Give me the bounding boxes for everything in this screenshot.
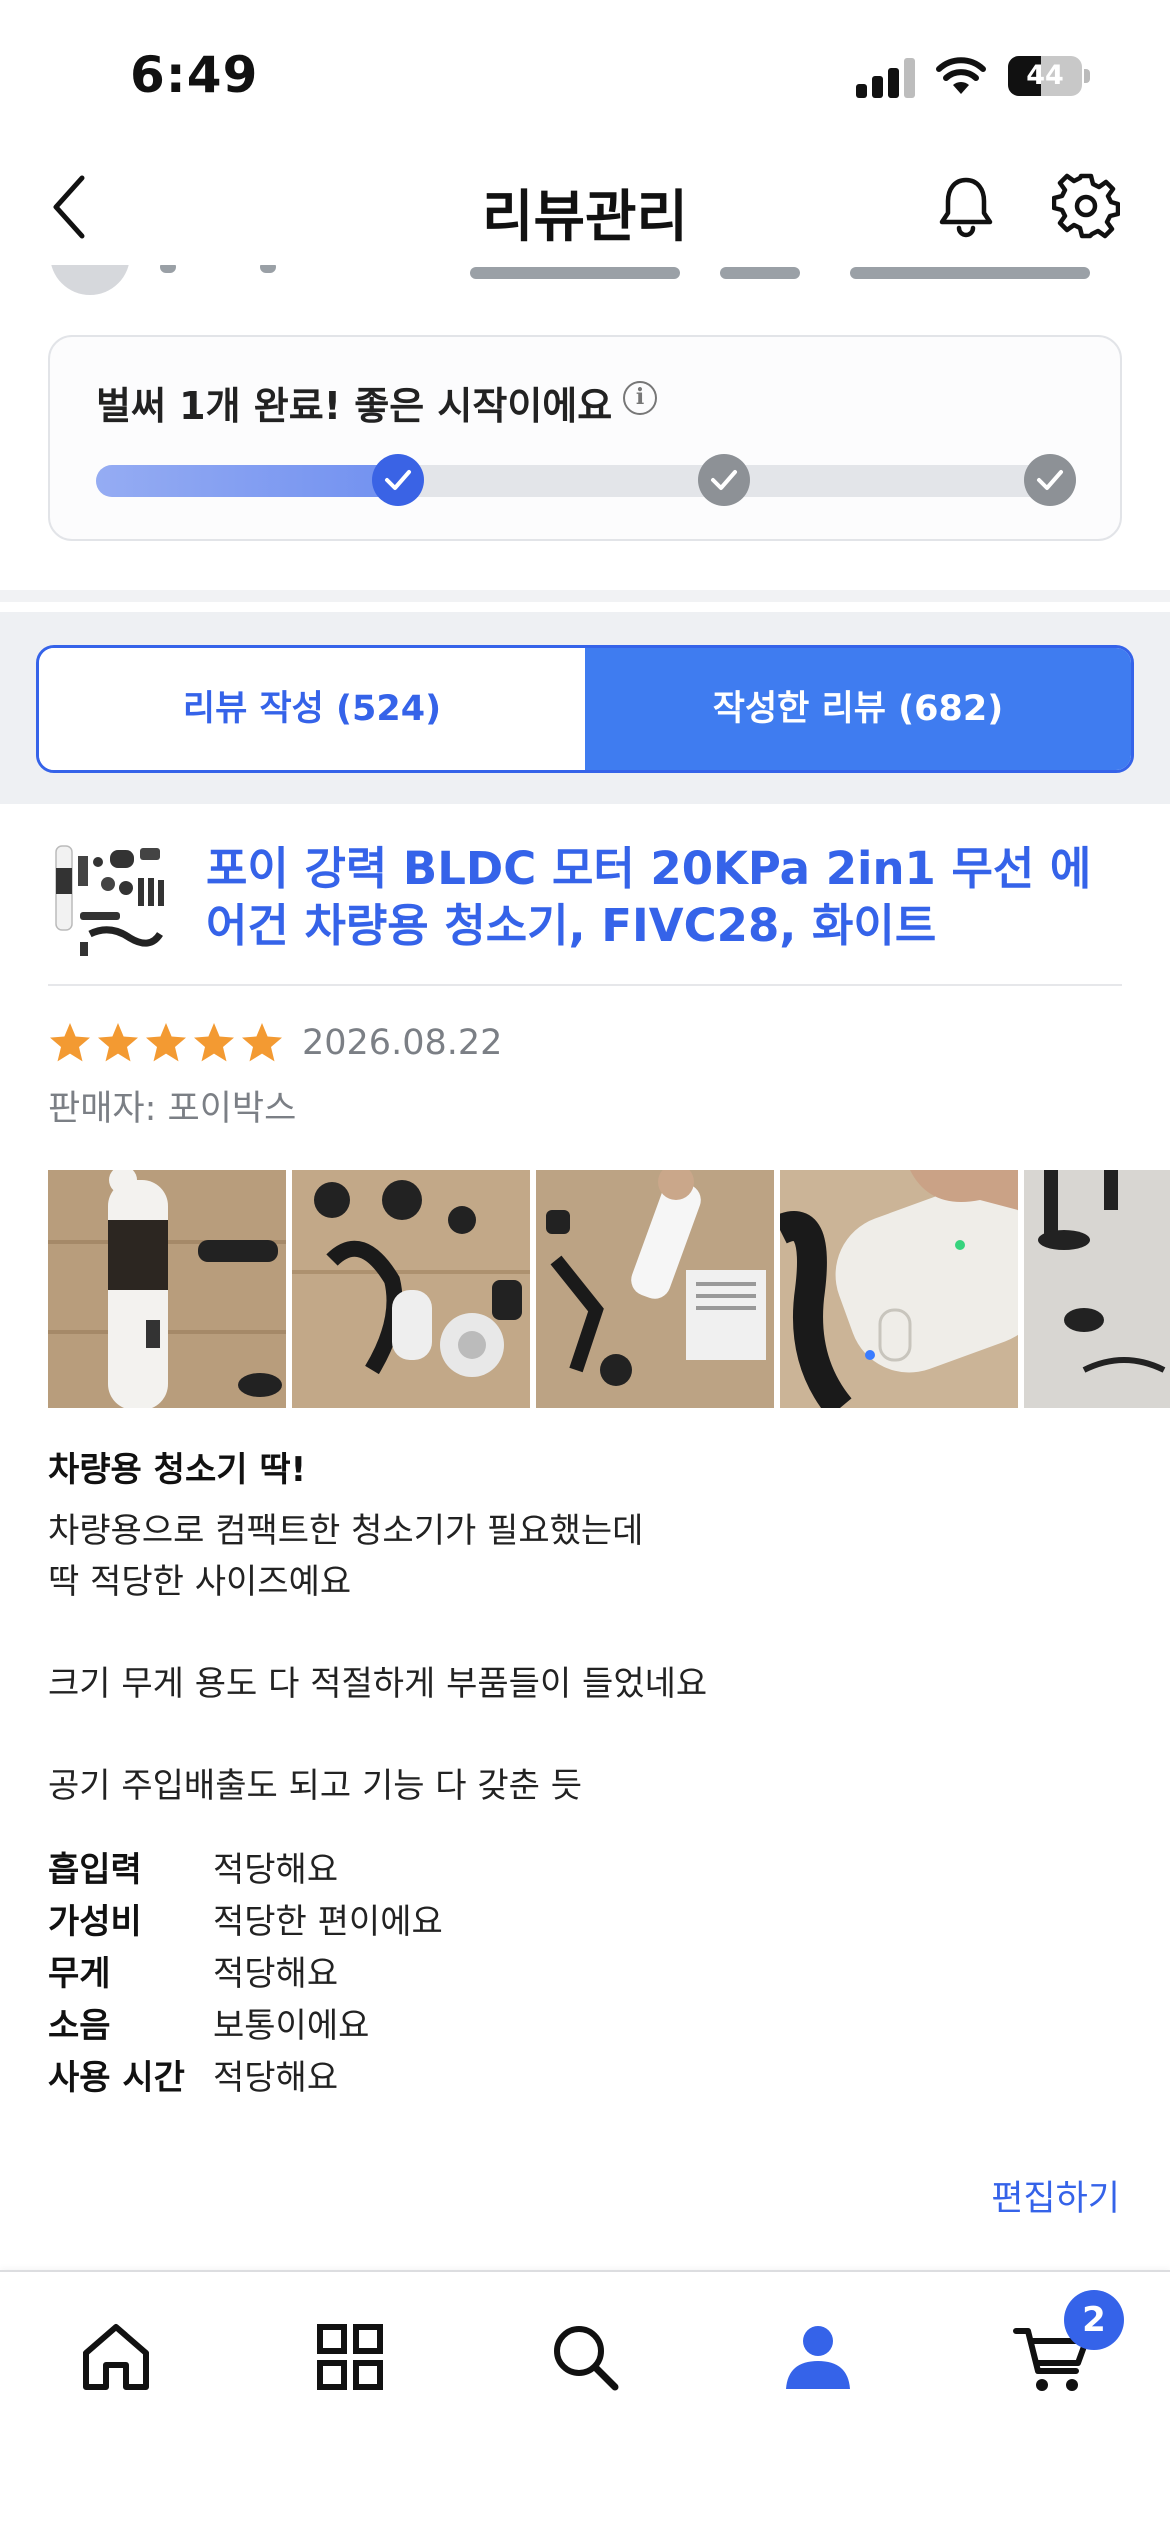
search-icon: [554, 2326, 619, 2391]
attribute-row: 소음 보통이에요: [48, 1996, 443, 2048]
battery-percent: 44: [1026, 60, 1064, 91]
person-icon: [786, 2326, 850, 2389]
product-thumbnail[interactable]: [50, 838, 168, 960]
progress-step-3: [1024, 454, 1076, 506]
wifi-icon: [935, 54, 987, 96]
review-photo-1[interactable]: [48, 1170, 286, 1408]
tab-my-page[interactable]: [778, 2317, 858, 2397]
review-photo-strip[interactable]: [48, 1170, 1170, 1408]
review-body-line: 공기 주입배출도 되고 기능 다 갖춘 듯: [48, 1766, 583, 1806]
attribute-value: 보통이에요: [213, 2005, 370, 2046]
attribute-row: 가성비 적당한 편이에요: [48, 1892, 443, 1944]
review-attributes: 흡입력 적당해요 가성비 적당한 편이에요 무게 적당해요 소음 보통이에요 사용 시간…: [48, 1840, 443, 2100]
attribute-row: 무게 적당해요: [48, 1944, 443, 1996]
status-time: 6:49: [130, 46, 259, 104]
product-row[interactable]: 포이 강력 BLDC 모터 20KPa 2in1 무선 에어건 차량용 청소기,…: [0, 808, 1170, 988]
review-photo-2[interactable]: [292, 1170, 530, 1408]
grid-icon: [317, 2324, 383, 2390]
cellular-signal-icon: [856, 58, 916, 98]
attribute-row: 사용 시간 적당해요: [48, 2048, 443, 2100]
review-progress-card: 벌써 1개 완료! 좋은 시작이에요 i: [48, 335, 1122, 541]
settings-button[interactable]: [1051, 172, 1121, 240]
progress-track: [96, 465, 1076, 497]
seller-name: 판매자: 포이박스: [48, 1089, 297, 1129]
review-body-line: 딱 적당한 사이즈예요: [48, 1562, 352, 1602]
star-icon: [98, 1023, 138, 1062]
tab-home[interactable]: [76, 2317, 156, 2397]
attribute-key: 흡입력: [48, 1849, 142, 1890]
progress-message: 벌써 1개 완료! 좋은 시작이에요: [96, 384, 613, 428]
star-icon: [146, 1023, 186, 1062]
status-bar: 6:49 44: [0, 0, 1170, 150]
check-icon: [711, 470, 737, 490]
attribute-value: 적당해요: [213, 2057, 339, 2098]
star-icon: [242, 1023, 282, 1062]
divider: [48, 984, 1122, 986]
gear-icon: [1051, 173, 1121, 239]
attribute-row: 흡입력 적당해요: [48, 1840, 443, 1892]
review-body-line: 차량용으로 컴팩트한 청소기가 필요했는데: [48, 1511, 644, 1551]
notification-button[interactable]: [932, 172, 1000, 240]
bottom-tab-bar: [0, 2270, 1170, 2532]
review-photo-3[interactable]: [536, 1170, 774, 1408]
bell-icon: [939, 177, 993, 238]
cart-count-badge: 2: [1064, 2290, 1124, 2350]
tab-categories[interactable]: [310, 2317, 390, 2397]
info-icon[interactable]: i: [623, 381, 657, 415]
check-icon: [385, 470, 411, 490]
tab-written-reviews[interactable]: 작성한 리뷰 (682): [585, 648, 1131, 770]
attribute-value: 적당해요: [213, 1849, 339, 1890]
progress-step-1: [372, 454, 424, 506]
home-icon: [83, 2324, 149, 2390]
review-body: 차량용으로 컴팩트한 청소기가 필요했는데 딱 적당한 사이즈예요 크기 무게 …: [48, 1506, 707, 1812]
review-title: 차량용 청소기 딱!: [48, 1450, 307, 1490]
review-body-line: [48, 1608, 707, 1659]
product-name[interactable]: 포이 강력 BLDC 모터 20KPa 2in1 무선 에어건 차량용 청소기,…: [206, 840, 1126, 954]
review-photo-4[interactable]: [780, 1170, 1018, 1408]
review-rating: 2026.08.22: [48, 1018, 502, 1068]
star-icon: [194, 1023, 234, 1062]
attribute-key: 사용 시간: [48, 2057, 185, 2098]
attribute-key: 소음: [48, 2005, 111, 2046]
attribute-key: 가성비: [48, 1901, 142, 1942]
review-body-line: [48, 1710, 707, 1761]
star-icon: [50, 1023, 90, 1062]
attribute-value: 적당해요: [213, 1953, 339, 1994]
attribute-key: 무게: [48, 1953, 111, 1994]
review-date: 2026.08.22: [302, 1023, 503, 1063]
battery-icon: 44: [1008, 56, 1090, 96]
check-icon: [1037, 470, 1063, 490]
review-body-line: 크기 무게 용도 다 적절하게 부품들이 들었네요: [48, 1664, 708, 1704]
progress-fill: [96, 465, 418, 497]
progress-step-2: [698, 454, 750, 506]
attribute-value: 적당한 편이에요: [213, 1901, 443, 1942]
review-photo-5[interactable]: [1024, 1170, 1170, 1408]
tab-write-review[interactable]: 리뷰 작성 (524): [39, 648, 585, 770]
nav-header: 리뷰관리: [0, 150, 1170, 265]
edit-review-link[interactable]: 편집하기: [991, 2170, 1120, 2221]
tab-search[interactable]: [545, 2317, 625, 2397]
review-tabs: 리뷰 작성 (524) 작성한 리뷰 (682): [36, 645, 1134, 773]
